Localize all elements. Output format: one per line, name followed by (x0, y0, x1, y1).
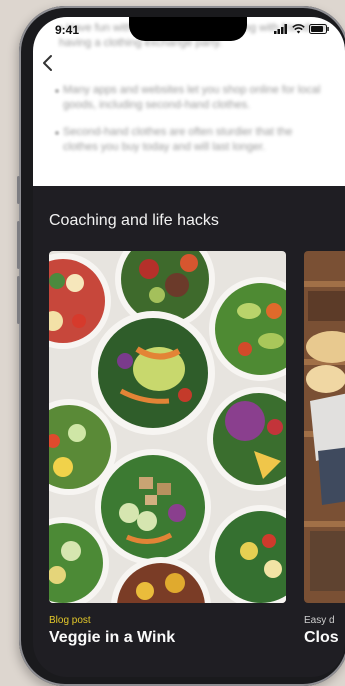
card-title[interactable]: Clos (304, 629, 339, 647)
bullet-icon (55, 131, 59, 135)
battery-icon (309, 24, 329, 34)
cellular-signal-icon (274, 24, 287, 34)
card-title[interactable]: Veggie in a Wink (49, 629, 175, 647)
section-title: Coaching and life hacks (49, 212, 219, 229)
phone-side-button (17, 276, 20, 324)
article-text-line: Many apps and websites let you shop onli… (63, 84, 321, 111)
clothes-shelf-image (304, 251, 345, 603)
phone-side-button (17, 221, 20, 269)
article-text-line: Second-hand clothes are often sturdier t… (63, 126, 293, 153)
card-kicker: Easy d (304, 615, 335, 626)
status-icons (274, 24, 329, 34)
back-arrow-icon[interactable] (37, 52, 59, 74)
article-content: • Have fun with friends - host a shoppin… (33, 17, 345, 186)
wifi-icon (292, 24, 305, 34)
status-time: 9:41 (55, 23, 80, 37)
phone-side-button (17, 176, 20, 204)
phone-screen: • Have fun with friends - host a shoppin… (33, 17, 345, 677)
card-image[interactable] (304, 251, 345, 603)
card-image[interactable] (49, 251, 286, 603)
notch (129, 17, 247, 41)
card-kicker: Blog post (49, 615, 91, 626)
bullet-icon (55, 89, 59, 93)
salad-bowls-image (49, 251, 286, 603)
